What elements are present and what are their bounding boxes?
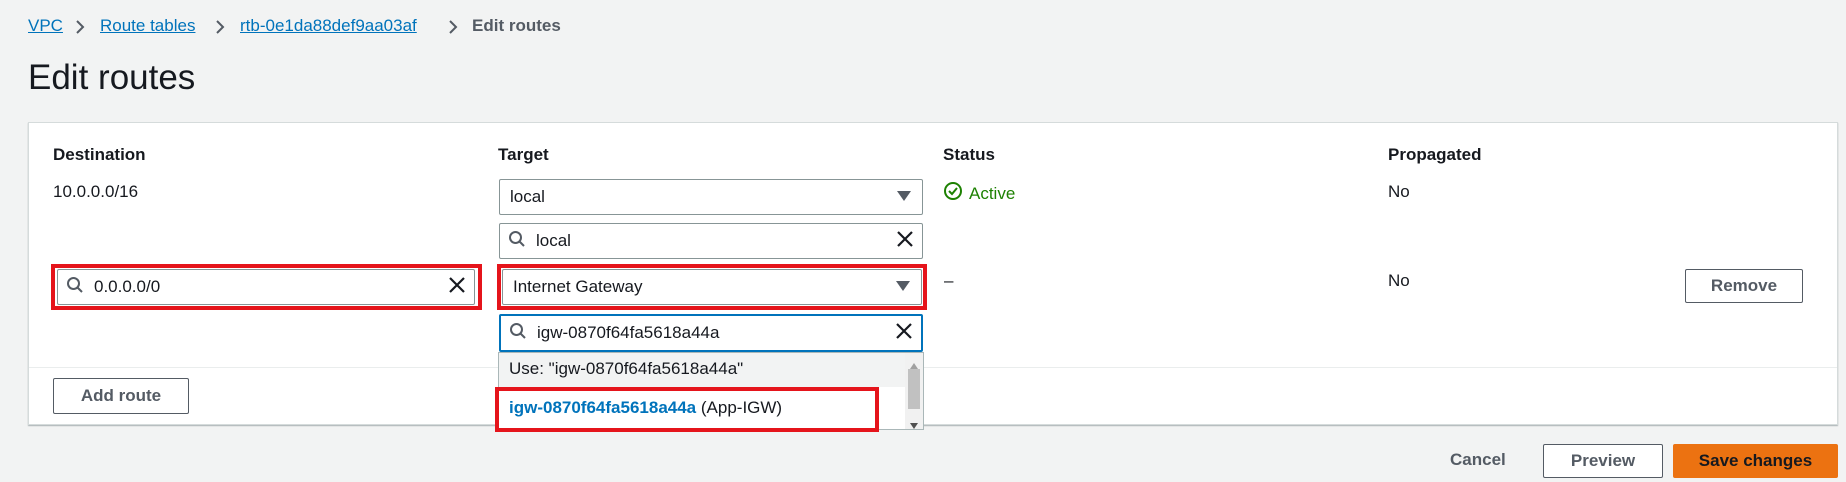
- caret-down-icon: [896, 187, 912, 207]
- column-header-propagated: Propagated: [1388, 145, 1482, 164]
- check-circle-icon: [943, 181, 963, 206]
- breadcrumb-vpc-link[interactable]: VPC: [28, 16, 63, 36]
- remove-button[interactable]: Remove: [1685, 269, 1803, 303]
- target-search-value: igw-0870f64fa5618a44a: [537, 323, 720, 342]
- status-badge: Active: [943, 181, 1015, 206]
- target-select-value: Internet Gateway: [513, 277, 643, 296]
- routes-panel: Destination Target Status Propagated 10.…: [28, 122, 1838, 425]
- status-text: –: [944, 271, 954, 290]
- page-title: Edit routes: [28, 58, 196, 97]
- search-icon: [509, 322, 527, 345]
- dropdown-scrollbar[interactable]: [905, 353, 923, 429]
- column-header-status: Status: [943, 145, 995, 164]
- breadcrumb-current: Edit routes: [472, 16, 561, 35]
- preview-button[interactable]: Preview: [1543, 444, 1663, 478]
- breadcrumb-route-table-link[interactable]: rtb-0e1da88def9aa03af: [240, 16, 417, 36]
- clear-icon[interactable]: [896, 230, 914, 253]
- breadcrumb: VPC Route tables rtb-0e1da88def9aa03af E…: [28, 16, 728, 38]
- target-search-input[interactable]: local: [499, 223, 923, 259]
- target-select[interactable]: Internet Gateway: [502, 269, 922, 305]
- search-icon: [508, 230, 526, 253]
- breadcrumb-route-tables-link[interactable]: Route tables: [100, 16, 195, 36]
- igw-option-highlight: [495, 387, 879, 432]
- clear-icon[interactable]: [448, 276, 466, 299]
- target-search-value: local: [536, 231, 571, 250]
- cancel-button[interactable]: Cancel: [1450, 450, 1506, 470]
- chevron-right-icon: [446, 19, 460, 35]
- target-search-input[interactable]: igw-0870f64fa5618a44a: [499, 314, 923, 352]
- chevron-right-icon: [213, 19, 227, 35]
- chevron-right-icon: [73, 19, 87, 35]
- divider: [29, 367, 1837, 368]
- column-header-target: Target: [498, 145, 549, 164]
- scroll-down-icon[interactable]: [909, 417, 919, 435]
- destination-input[interactable]: 0.0.0.0/0: [57, 269, 475, 305]
- status-text: Active: [969, 183, 1016, 203]
- destination-value: 0.0.0.0/0: [94, 277, 161, 296]
- clear-icon[interactable]: [895, 322, 913, 345]
- caret-down-icon: [895, 277, 911, 297]
- dropdown-scroll-thumb[interactable]: [908, 369, 920, 409]
- target-select-value: local: [510, 187, 545, 206]
- save-changes-button[interactable]: Save changes: [1673, 444, 1838, 478]
- dropdown-option-use[interactable]: Use: "igw-0870f64fa5618a44a": [499, 353, 905, 387]
- add-route-button[interactable]: Add route: [53, 378, 189, 414]
- propagated-text: No: [1388, 271, 1410, 290]
- target-select[interactable]: local: [499, 179, 923, 215]
- column-header-destination: Destination: [53, 145, 146, 164]
- search-icon: [66, 276, 84, 299]
- propagated-text: No: [1388, 182, 1410, 201]
- route-destination-text: 10.0.0.0/16: [53, 182, 139, 201]
